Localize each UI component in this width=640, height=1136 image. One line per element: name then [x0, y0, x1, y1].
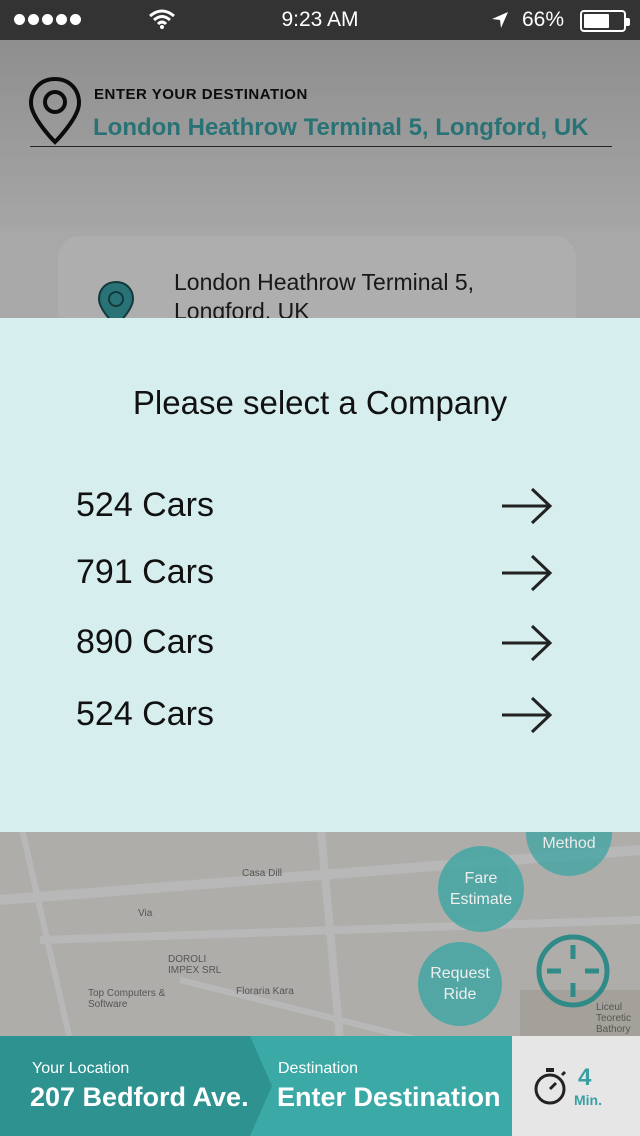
destination-label: Destination	[278, 1060, 359, 1077]
fare-estimate-button[interactable]: Fare Estimate	[438, 846, 524, 932]
arrow-right-icon	[502, 554, 553, 592]
company-option[interactable]: 791 Cars	[76, 547, 566, 603]
company-label: 791 Cars	[76, 553, 214, 591]
request-ride-button[interactable]: Request Ride	[418, 942, 502, 1026]
stopwatch-icon	[534, 1068, 567, 1105]
arrow-right-icon	[502, 696, 553, 734]
company-option[interactable]: 524 Cars	[76, 689, 566, 745]
bottom-bar: Your Location 207 Bedford Ave. Destinati…	[0, 1036, 640, 1136]
arrow-right-icon	[502, 487, 553, 525]
battery-level	[584, 14, 610, 28]
your-location-value: 207 Bedford Ave.	[30, 1082, 249, 1112]
eta-unit: Min.	[574, 1092, 602, 1108]
company-option[interactable]: 524 Cars	[76, 480, 566, 536]
status-bar: 9:23 AM 66%	[0, 0, 640, 40]
location-arrow-icon	[492, 12, 508, 28]
your-location-label: Your Location	[32, 1060, 130, 1077]
company-label: 524 Cars	[76, 486, 214, 524]
battery-icon	[580, 10, 630, 32]
arrow-right-icon	[502, 624, 553, 662]
company-select-modal: Please select a Company 524 Cars 791 Car…	[0, 318, 640, 832]
company-option[interactable]: 890 Cars	[76, 617, 566, 673]
company-label: 524 Cars	[76, 695, 214, 733]
eta-value: 4	[578, 1064, 592, 1091]
battery-percentage: 66%	[522, 8, 565, 31]
company-label: 890 Cars	[76, 623, 214, 661]
destination-value: Enter Destination	[277, 1082, 501, 1112]
locate-me-icon[interactable]	[534, 932, 612, 1010]
modal-title: Please select a Company	[132, 384, 508, 421]
